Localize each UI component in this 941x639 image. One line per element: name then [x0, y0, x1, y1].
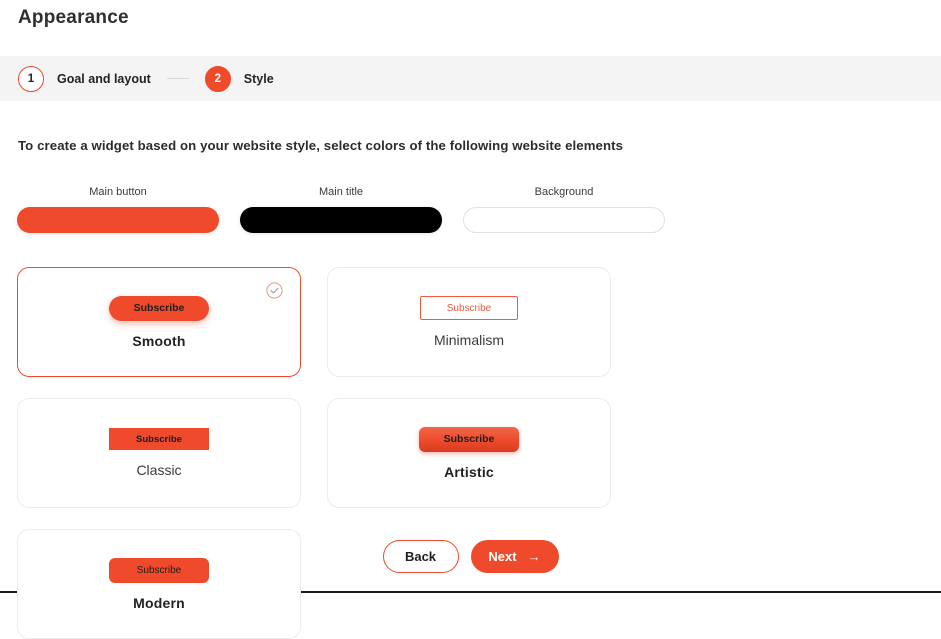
- step-2-label: Style: [243, 71, 274, 86]
- step-1-label: Goal and layout: [57, 71, 151, 86]
- page-title: Appearance: [18, 7, 129, 28]
- color-swatch-background: Background: [463, 186, 665, 233]
- main-title-color-picker[interactable]: [240, 207, 442, 233]
- check-circle-icon: [266, 282, 283, 299]
- style-card-name: Artistic: [444, 463, 494, 480]
- color-swatch-label: Background: [534, 186, 594, 198]
- step-style[interactable]: 2 Style: [204, 65, 274, 92]
- main-button-color-picker[interactable]: [17, 207, 219, 233]
- arrow-right-icon: →: [527, 549, 541, 564]
- wizard-stepper: 1 Goal and layout 2 Style: [0, 56, 941, 101]
- appearance-page: Appearance 1 Goal and layout 2 Style To …: [0, 0, 941, 639]
- color-swatch-label: Main title: [318, 186, 364, 198]
- next-button-label: Next: [488, 549, 517, 564]
- preview-subscribe-button[interactable]: Subscribe: [109, 428, 209, 450]
- wizard-footer-nav: Back Next →: [0, 540, 941, 573]
- step-goal-and-layout[interactable]: 1 Goal and layout: [18, 65, 151, 92]
- step-1-badge: 1: [18, 65, 44, 92]
- color-swatch-label: Main button: [89, 186, 147, 198]
- style-card-name: Smooth: [132, 332, 186, 349]
- color-swatch-main-title: Main title: [240, 186, 442, 233]
- style-card-smooth[interactable]: Subscribe Smooth: [17, 267, 301, 377]
- instructions-text: To create a widget based on your website…: [18, 138, 624, 153]
- style-card-grid: Subscribe Smooth Subscribe Minimalism Su…: [17, 267, 917, 639]
- next-button[interactable]: Next →: [470, 540, 559, 573]
- background-color-picker[interactable]: [463, 207, 665, 233]
- style-card-name: Classic: [136, 462, 182, 478]
- style-card-name: Modern: [133, 594, 185, 611]
- back-button[interactable]: Back: [382, 540, 459, 573]
- style-card-classic[interactable]: Subscribe Classic: [17, 398, 301, 508]
- step-connector: [166, 77, 189, 80]
- preview-subscribe-button[interactable]: Subscribe: [419, 426, 519, 452]
- step-2-badge: 2: [204, 65, 231, 92]
- preview-subscribe-button[interactable]: Subscribe: [109, 295, 209, 321]
- style-card-artistic[interactable]: Subscribe Artistic: [327, 398, 611, 508]
- style-card-name: Minimalism: [434, 332, 504, 348]
- style-card-minimalism[interactable]: Subscribe Minimalism: [327, 267, 611, 377]
- color-swatch-main-button: Main button: [17, 186, 219, 233]
- color-swatch-row: Main button Main title Background: [17, 186, 665, 233]
- preview-subscribe-button[interactable]: Subscribe: [420, 296, 518, 320]
